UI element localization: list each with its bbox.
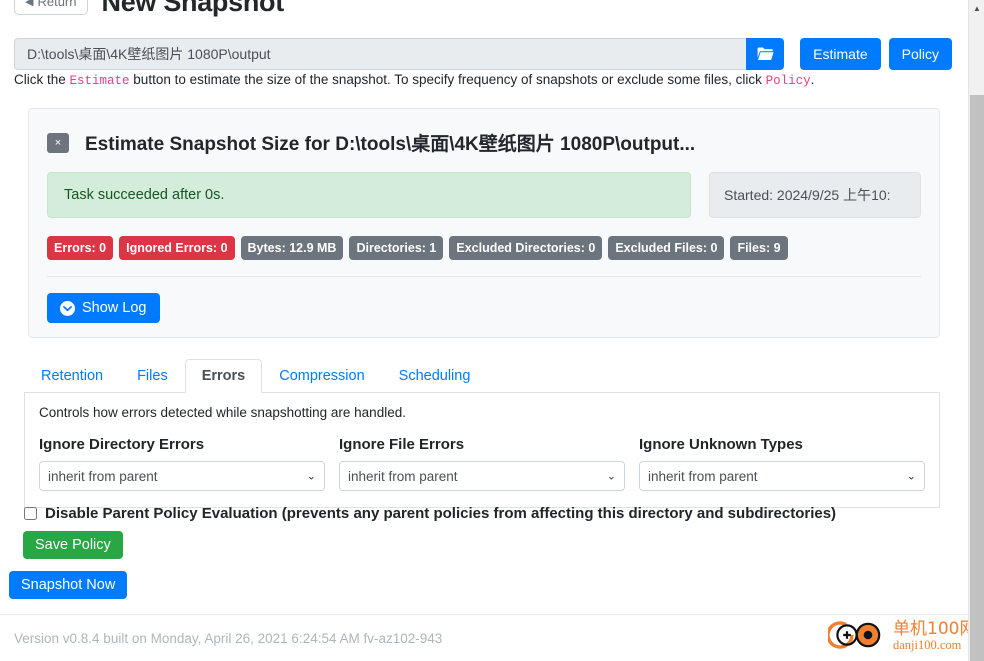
- form-field-select[interactable]: inherit from parenttruefalse: [639, 461, 925, 491]
- page-content: ◀ Return New Snapshot D:\tools\桌面\4K壁纸图片…: [0, 0, 968, 661]
- form-field: Ignore Directory Errors inherit from pare…: [39, 436, 325, 491]
- select-wrapper: inherit from parenttruefalse⌄: [639, 461, 925, 491]
- tab-retention[interactable]: Retention: [24, 359, 120, 393]
- page-header: ◀ Return New Snapshot: [14, 0, 284, 18]
- footer-divider: [0, 614, 968, 615]
- chevron-left-icon: ◀: [25, 0, 34, 8]
- task-badge: Ignored Errors: 0: [119, 236, 235, 261]
- disable-parent-policy-row: Disable Parent Policy Evaluation (preven…: [24, 505, 836, 522]
- hint-suffix: .: [810, 72, 815, 87]
- task-badge: Bytes: 12.9 MB: [240, 236, 344, 261]
- errors-description: Controls how errors detected while snaps…: [39, 405, 406, 420]
- form-field: Ignore Unknown Types inherit from parentt…: [639, 436, 925, 491]
- app-window: ◀ Return New Snapshot D:\tools\桌面\4K壁纸图片…: [0, 0, 984, 661]
- form-field-label: Ignore Directory Errors: [39, 436, 205, 453]
- task-result-panel: × Estimate Snapshot Size for D:\tools\桌面…: [28, 108, 940, 339]
- errors-tab-panel: Controls how errors detected while snaps…: [24, 393, 940, 508]
- save-policy-button[interactable]: Save Policy: [23, 531, 123, 559]
- select-wrapper: inherit from parenttruefalse⌄: [39, 461, 325, 491]
- folder-open-icon: [757, 47, 774, 61]
- form-field-label: Ignore File Errors: [339, 436, 465, 453]
- policy-button[interactable]: Policy: [888, 38, 952, 70]
- path-input[interactable]: D:\tools\桌面\4K壁纸图片 1080P\output: [14, 38, 747, 70]
- task-badge: Files: 9: [730, 236, 788, 261]
- task-badges: Errors: 0 Ignored Errors: 0 Bytes: 12.9 MB…: [47, 236, 921, 261]
- hint-middle: button to estimate the size of the snaps…: [129, 72, 766, 87]
- task-title: Estimate Snapshot Size for D:\tools\桌面\4…: [85, 134, 696, 155]
- task-status-message: Task succeeded after 0s.: [47, 172, 691, 218]
- form-field: Ignore File Errors inherit from parenttru…: [339, 436, 625, 491]
- form-field-label: Ignore Unknown Types: [639, 436, 803, 453]
- tab-files[interactable]: Files: [120, 359, 185, 393]
- footer-version-text: Version v0.8.4 built on Monday, April 26…: [14, 631, 443, 646]
- snapshot-now-button[interactable]: Snapshot Now: [9, 571, 128, 599]
- estimate-button[interactable]: Estimate: [800, 38, 881, 70]
- return-button[interactable]: ◀ Return: [14, 0, 88, 15]
- show-log-button[interactable]: Show Log: [47, 293, 160, 324]
- tab-scheduling[interactable]: Scheduling: [382, 359, 488, 393]
- scroll-up-arrow-icon[interactable]: ▲: [969, 0, 984, 17]
- task-badge: Excluded Files: 0: [608, 236, 725, 261]
- disable-parent-policy-label: Disable Parent Policy Evaluation (preven…: [45, 505, 837, 522]
- task-divider: [47, 276, 921, 278]
- hint-text: Click the Estimate button to estimate th…: [14, 72, 814, 88]
- page-title: New Snapshot: [101, 0, 285, 17]
- return-button-label: Return: [37, 0, 77, 10]
- select-wrapper: inherit from parenttruefalse⌄: [339, 461, 625, 491]
- browse-folder-button[interactable]: [746, 38, 785, 70]
- vertical-scrollbar[interactable]: ▲: [968, 0, 984, 661]
- disable-parent-policy-checkbox[interactable]: [24, 507, 37, 520]
- chevron-down-circle-icon: [60, 300, 75, 316]
- tab-errors[interactable]: Errors: [184, 359, 263, 393]
- hint-prefix: Click the: [14, 72, 70, 87]
- form-field-select[interactable]: inherit from parenttruefalse: [339, 461, 625, 491]
- task-badge: Directories: 1: [349, 236, 444, 261]
- errors-fields: Ignore Directory Errors inherit from pare…: [39, 436, 925, 491]
- task-badge: Errors: 0: [47, 236, 114, 261]
- task-header: × Estimate Snapshot Size for D:\tools\桌面…: [47, 129, 921, 156]
- policy-tabs: Retention Files Errors Compression Schedulin…: [24, 359, 940, 393]
- stop-task-button[interactable]: ×: [47, 132, 69, 153]
- tab-compression[interactable]: Compression: [262, 359, 381, 393]
- form-field-select[interactable]: inherit from parenttruefalse: [39, 461, 325, 491]
- hint-code-policy: Policy: [765, 74, 811, 88]
- task-started-time: Started: 2024/9/25 上午10:: [709, 172, 921, 218]
- snapshot-path-row: D:\tools\桌面\4K壁纸图片 1080P\output Estimate…: [14, 38, 952, 70]
- hint-code-estimate: Estimate: [69, 74, 130, 88]
- scrollbar-thumb[interactable]: [970, 95, 984, 661]
- task-badge: Excluded Directories: 0: [449, 236, 603, 261]
- task-status-row: Task succeeded after 0s. Started: 2024/9…: [47, 172, 921, 218]
- show-log-label: Show Log: [82, 300, 147, 317]
